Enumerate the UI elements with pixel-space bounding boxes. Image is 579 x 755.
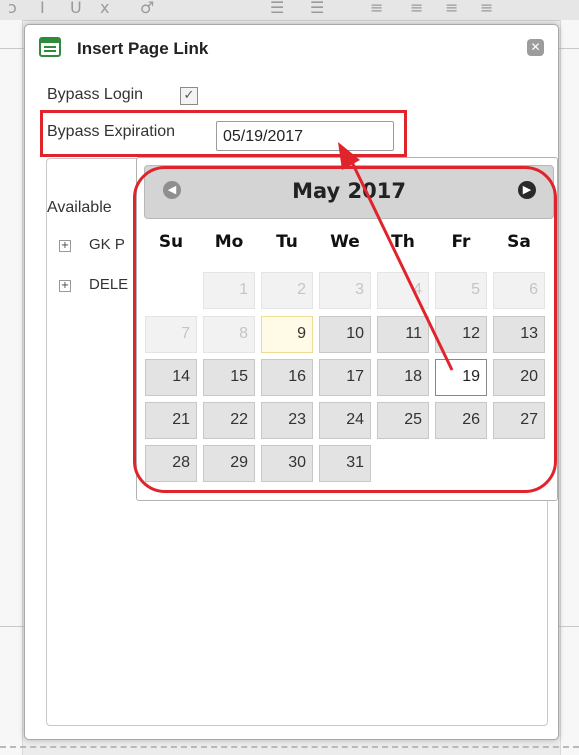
annotation-arrow (338, 142, 454, 371)
